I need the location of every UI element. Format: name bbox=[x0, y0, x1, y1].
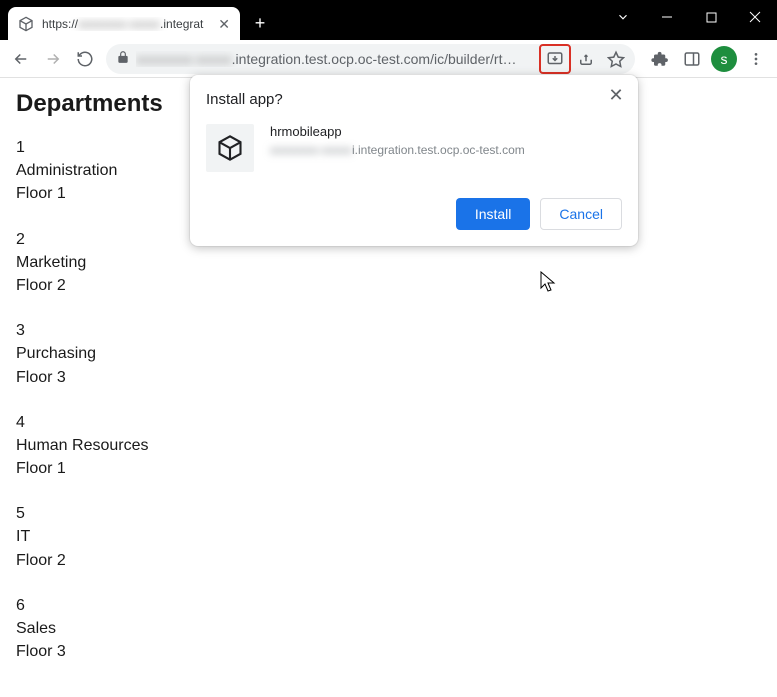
extensions-area: s bbox=[645, 44, 771, 74]
window-close-button[interactable] bbox=[733, 0, 777, 34]
install-app-highlight bbox=[539, 44, 571, 74]
department-id: 5 bbox=[16, 502, 761, 525]
install-button[interactable]: Install bbox=[456, 198, 531, 230]
tab-close-icon[interactable]: ✕ bbox=[218, 17, 230, 31]
browser-menu-icon[interactable] bbox=[741, 44, 771, 74]
popup-title: Install app? bbox=[206, 91, 622, 108]
reload-button[interactable] bbox=[70, 44, 100, 74]
profile-avatar[interactable]: s bbox=[709, 44, 739, 74]
nav-back-button[interactable] bbox=[6, 44, 36, 74]
new-tab-button[interactable]: + bbox=[246, 9, 274, 37]
lock-icon bbox=[116, 50, 130, 67]
install-app-icon[interactable] bbox=[542, 47, 568, 71]
bookmark-star-icon[interactable] bbox=[601, 44, 631, 74]
department-floor: Floor 1 bbox=[16, 457, 761, 480]
nav-forward-button[interactable] bbox=[38, 44, 68, 74]
extensions-icon[interactable] bbox=[645, 44, 675, 74]
cancel-button[interactable]: Cancel bbox=[540, 198, 622, 230]
department-name: Purchasing bbox=[16, 342, 761, 365]
department-name: Human Resources bbox=[16, 434, 761, 457]
department-id: 3 bbox=[16, 319, 761, 342]
browser-toolbar: xxxxxxxx-xxxxx.integration.test.ocp.oc-t… bbox=[0, 40, 777, 78]
department-floor: Floor 3 bbox=[16, 640, 761, 663]
window-controls bbox=[601, 0, 777, 34]
department-name: Marketing bbox=[16, 251, 761, 274]
department-name: Sales bbox=[16, 617, 761, 640]
tab-title: https://xxxxxxxx-xxxxx.integrat bbox=[42, 17, 210, 31]
window-minimize-button[interactable] bbox=[645, 0, 689, 34]
side-panel-icon[interactable] bbox=[677, 44, 707, 74]
popup-close-icon[interactable]: ✕ bbox=[604, 83, 628, 107]
omnibox-actions bbox=[539, 44, 631, 74]
share-icon[interactable] bbox=[571, 44, 601, 74]
browser-tab[interactable]: https://xxxxxxxx-xxxxx.integrat ✕ bbox=[8, 7, 240, 40]
address-bar[interactable]: xxxxxxxx-xxxxx.integration.test.ocp.oc-t… bbox=[106, 44, 635, 74]
tab-favicon-cube-icon bbox=[18, 16, 34, 32]
app-cube-icon bbox=[206, 124, 254, 172]
app-name: hrmobileapp bbox=[270, 124, 525, 139]
department-id: 4 bbox=[16, 411, 761, 434]
department-item: 3 Purchasing Floor 3 bbox=[16, 319, 761, 389]
department-id: 6 bbox=[16, 594, 761, 617]
department-floor: Floor 2 bbox=[16, 549, 761, 572]
window-titlebar: https://xxxxxxxx-xxxxx.integrat ✕ + bbox=[0, 0, 777, 40]
department-item: 4 Human Resources Floor 1 bbox=[16, 411, 761, 481]
app-origin: xxxxxxxx-xxxxxi.integration.test.ocp.oc-… bbox=[270, 143, 525, 157]
department-floor: Floor 3 bbox=[16, 366, 761, 389]
install-app-popup: ✕ Install app? hrmobileapp xxxxxxxx-xxxx… bbox=[190, 75, 638, 246]
department-name: IT bbox=[16, 525, 761, 548]
department-item: 5 IT Floor 2 bbox=[16, 502, 761, 572]
department-floor: Floor 2 bbox=[16, 274, 761, 297]
url-text: xxxxxxxx-xxxxx.integration.test.ocp.oc-t… bbox=[136, 51, 533, 67]
window-maximize-button[interactable] bbox=[689, 0, 733, 34]
window-dropdown-button[interactable] bbox=[601, 0, 645, 34]
